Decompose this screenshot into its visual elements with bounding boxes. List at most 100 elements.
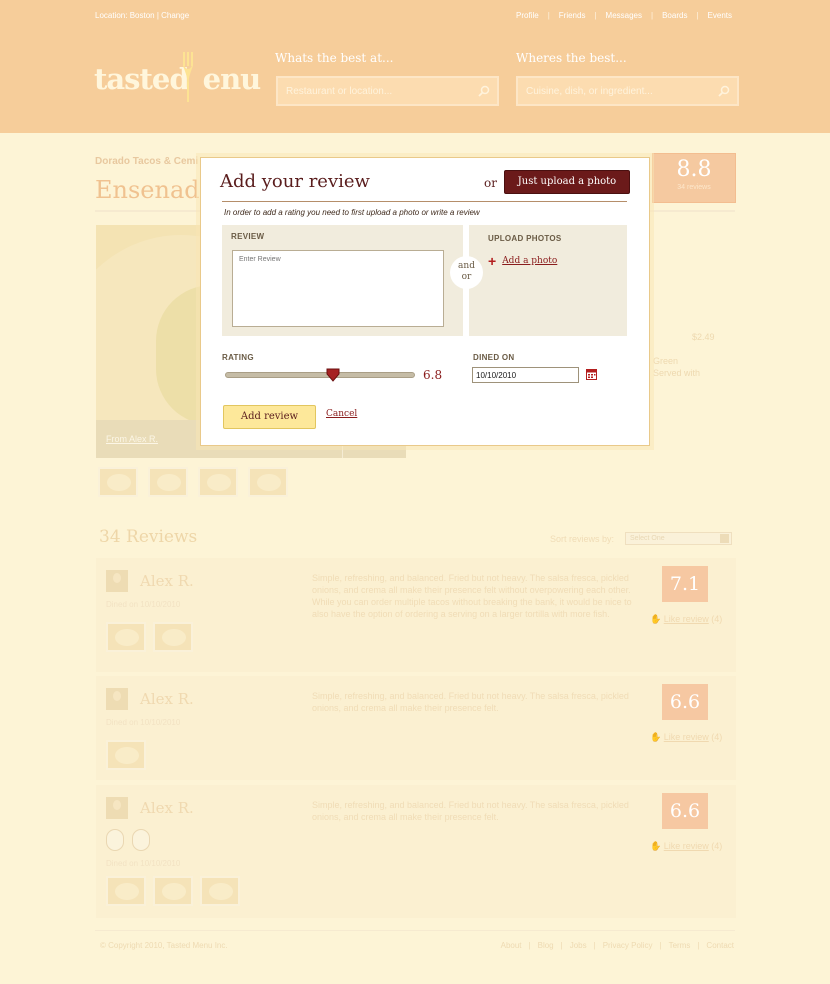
overall-score: 8.8 xyxy=(676,157,712,182)
reviewer-name[interactable]: Alex R. xyxy=(140,690,194,708)
like-count: (4) xyxy=(711,614,723,624)
logo[interactable]: tastedmenuenu xyxy=(94,62,261,96)
review-score: 6.6 xyxy=(662,793,708,829)
like-count: (4) xyxy=(711,841,723,851)
rating-slider-handle-icon[interactable] xyxy=(326,368,340,382)
like-review-link[interactable]: ✋ Like review (4) xyxy=(650,614,722,625)
review-photos xyxy=(106,622,193,652)
chevron-down-icon xyxy=(720,534,729,543)
footer-divider xyxy=(95,930,735,931)
sort-select-value: Select One xyxy=(630,535,665,542)
footer-contact[interactable]: Contact xyxy=(706,941,734,950)
photo-thumbnail[interactable] xyxy=(153,876,193,906)
dined-date: Dined on 10/10/2010 xyxy=(106,859,181,868)
photo-thumbnail[interactable] xyxy=(98,467,138,497)
breadcrumb[interactable]: Dorado Tacos & Cemi xyxy=(95,156,198,167)
search-icon[interactable] xyxy=(718,85,730,97)
fork-logo-icon xyxy=(183,52,193,102)
just-upload-photo-button[interactable]: Just upload a photo xyxy=(504,170,630,194)
reviewer-name[interactable]: Alex R. xyxy=(140,799,194,817)
rating-label: RATING xyxy=(222,353,254,362)
reviewer-name[interactable]: Alex R. xyxy=(140,572,194,590)
upload-photos-label: UPLOAD PHOTOS xyxy=(488,234,562,243)
thumb-icon: ✋ xyxy=(650,732,662,742)
sort-select[interactable]: Select One xyxy=(625,532,732,545)
badge-icon[interactable] xyxy=(132,829,150,851)
dish-description-line: . Green xyxy=(648,356,679,366)
review-text: Simple, refreshing, and balanced. Fried … xyxy=(312,573,632,619)
footer-about[interactable]: About xyxy=(501,941,522,950)
reviewer-badges xyxy=(106,829,150,851)
search-what-input[interactable] xyxy=(278,78,468,104)
footer-privacy[interactable]: Privacy Policy xyxy=(603,941,653,950)
add-review-button[interactable]: Add review xyxy=(223,405,316,429)
add-photo-label: Add a photo xyxy=(502,256,558,266)
like-review-label: Like review xyxy=(663,732,709,742)
badge-icon[interactable] xyxy=(106,829,124,851)
page-title: Ensenada xyxy=(95,176,214,204)
avatar[interactable] xyxy=(106,688,128,710)
top-nav: Profile | Friends | Messages | Boards | Even… xyxy=(516,11,732,20)
and-or-connector: and or xyxy=(450,256,483,289)
upload-panel: UPLOAD PHOTOS + Add a photo xyxy=(469,225,627,336)
like-review-link[interactable]: ✋ Like review (4) xyxy=(650,732,722,743)
like-count: (4) xyxy=(711,732,723,742)
photo-thumbnail[interactable] xyxy=(106,740,146,770)
rating-slider[interactable] xyxy=(225,368,415,382)
review-score: 7.1 xyxy=(662,566,708,602)
photo-thumbnail[interactable] xyxy=(106,876,146,906)
copyright: © Copyright 2010, Tasted Menu Inc. xyxy=(100,941,228,950)
rating-value: 6.8 xyxy=(423,368,443,382)
photo-thumbnails xyxy=(98,467,288,497)
dish-description: . Green . Served with xyxy=(648,355,700,379)
search-icon[interactable] xyxy=(478,85,490,97)
nav-events[interactable]: Events xyxy=(708,11,732,20)
photo-thumbnail[interactable] xyxy=(148,467,188,497)
search-what-label: Whats the best at... xyxy=(275,51,394,65)
location-text[interactable]: Location: Boston | Change xyxy=(95,11,189,20)
review-textarea[interactable] xyxy=(232,250,444,327)
nav-profile[interactable]: Profile xyxy=(516,11,539,20)
like-review-label: Like review xyxy=(663,841,709,851)
footer-nav: About | Blog | Jobs | Privacy Policy | Terms… xyxy=(500,941,734,950)
avatar[interactable] xyxy=(106,570,128,592)
modal-title: Add your review xyxy=(220,171,370,192)
dined-on-label: DINED ON xyxy=(473,353,515,362)
overall-score-badge: 8.8 34 reviews xyxy=(652,153,736,203)
photo-thumbnail[interactable] xyxy=(106,622,146,652)
photo-thumbnail[interactable] xyxy=(153,622,193,652)
search-where-input[interactable] xyxy=(518,78,708,104)
nav-messages[interactable]: Messages xyxy=(606,11,642,20)
logo-text-pre: tasted xyxy=(94,62,190,96)
review-text: Simple, refreshing, and balanced. Fried … xyxy=(312,691,629,713)
photo-thumbnail[interactable] xyxy=(248,467,288,497)
nav-friends[interactable]: Friends xyxy=(559,11,586,20)
overall-score-count: 34 reviews xyxy=(677,184,711,191)
avatar[interactable] xyxy=(106,797,128,819)
cancel-link[interactable]: Cancel xyxy=(326,409,357,419)
calendar-icon[interactable] xyxy=(586,368,597,380)
reviews-heading: 34 Reviews xyxy=(99,527,198,547)
photo-thumbnail[interactable] xyxy=(198,467,238,497)
review-item: Alex R. Dined on 10/10/2010 Simple, refr… xyxy=(96,676,736,780)
dined-date: Dined on 10/10/2010 xyxy=(106,718,181,727)
and-or-text: and or xyxy=(458,261,475,282)
footer-jobs[interactable]: Jobs xyxy=(570,941,587,950)
dined-date: Dined on 10/10/2010 xyxy=(106,600,181,609)
search-what-box xyxy=(276,76,499,106)
add-photo-link[interactable]: + Add a photo xyxy=(488,254,558,268)
site-header: Location: Boston | Change Profile | Frien… xyxy=(0,0,830,133)
hero-caption-link[interactable]: From Alex R. xyxy=(106,434,158,444)
like-review-link[interactable]: ✋ Like review (4) xyxy=(650,841,722,852)
dined-on-input[interactable] xyxy=(472,367,579,383)
nav-boards[interactable]: Boards xyxy=(662,11,687,20)
footer-terms[interactable]: Terms xyxy=(669,941,691,950)
photo-thumbnail[interactable] xyxy=(200,876,240,906)
footer-blog[interactable]: Blog xyxy=(538,941,554,950)
sort-label: Sort reviews by: xyxy=(550,534,615,544)
review-text: Simple, refreshing, and balanced. Fried … xyxy=(312,800,629,822)
review-photos xyxy=(106,740,146,770)
modal-note: In order to add a rating you need to fir… xyxy=(224,208,480,217)
dish-price: $2.49 xyxy=(692,332,715,342)
modal-or: or xyxy=(484,176,497,190)
